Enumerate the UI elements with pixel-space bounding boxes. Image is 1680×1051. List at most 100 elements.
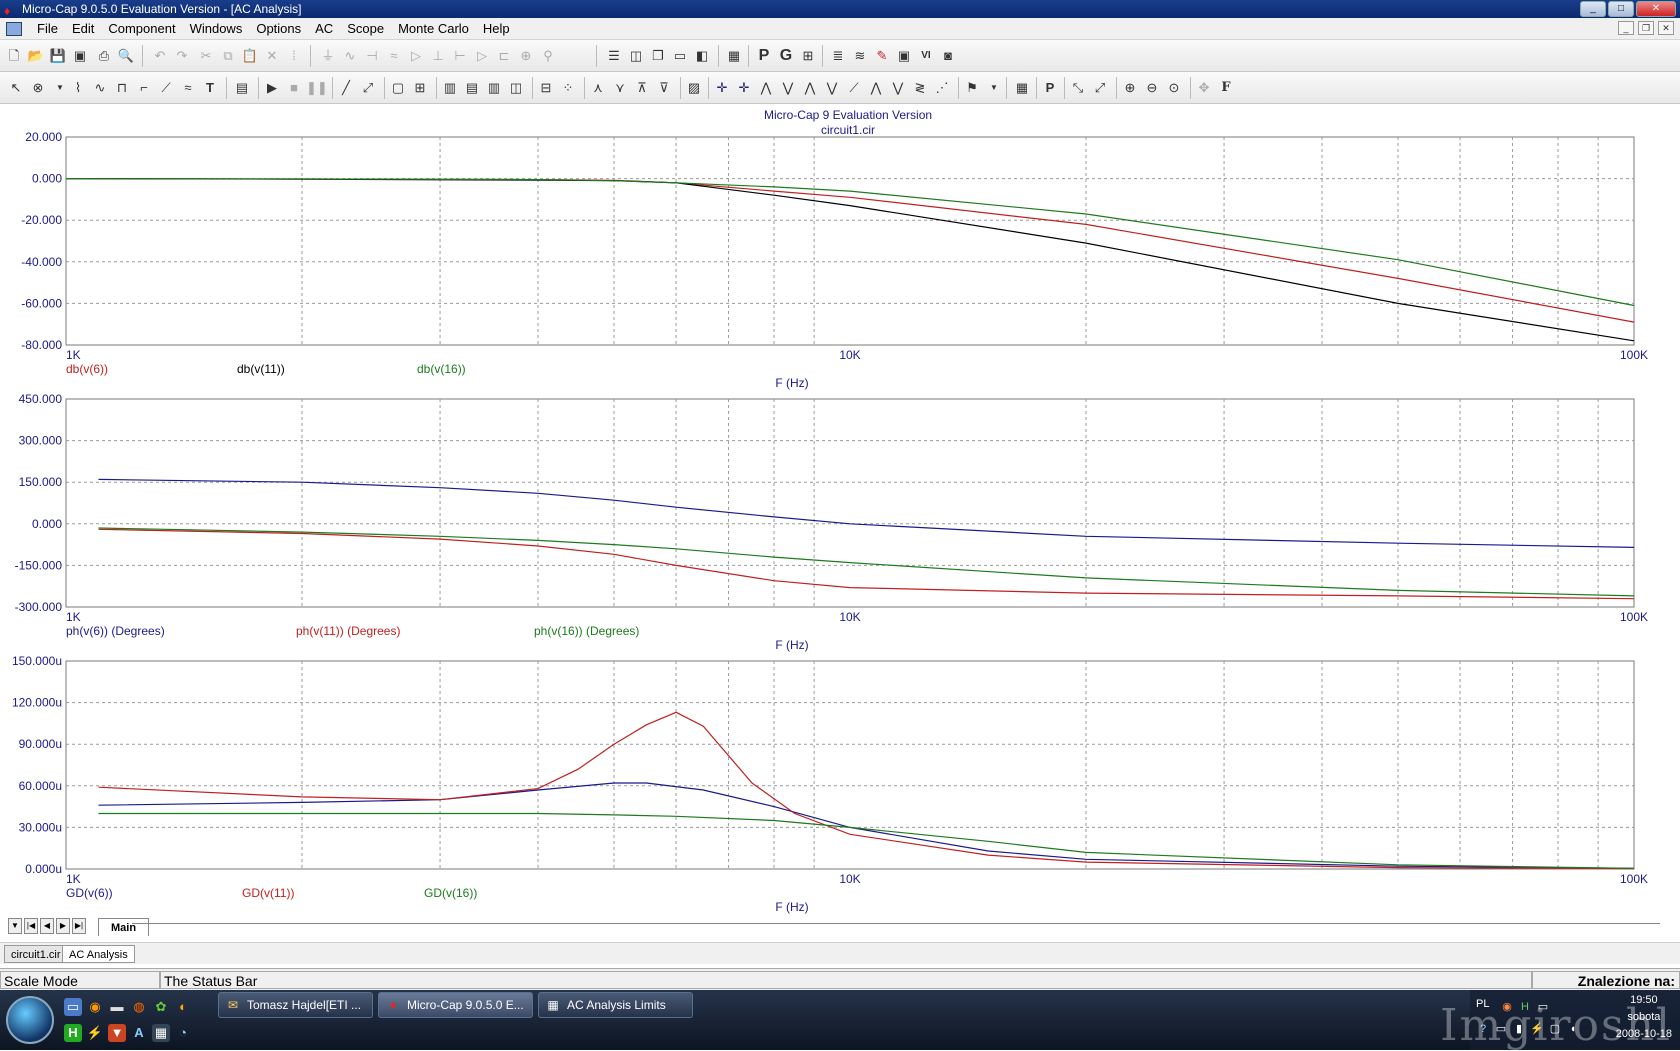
open-file-icon[interactable]: 📂 (26, 46, 46, 66)
switch-icon[interactable]: ⊏ (494, 46, 514, 66)
task-ac-limits[interactable]: ▦ AC Analysis Limits (538, 992, 693, 1018)
arrow-line-icon[interactable]: ⤢ (358, 78, 378, 98)
menu-edit[interactable]: Edit (65, 21, 101, 37)
app-pdf-icon[interactable]: ▼ (108, 1024, 126, 1042)
prev-tab-icon[interactable]: ◀ (40, 918, 54, 934)
resistor-icon[interactable]: ∿ (340, 46, 360, 66)
same-y-scales-icon[interactable]: ⤡ (1068, 78, 1088, 98)
step-icon[interactable]: ⌐ (134, 78, 154, 98)
menu-windows[interactable]: Windows (183, 21, 250, 37)
drive-icon[interactable]: ▬ (108, 998, 126, 1016)
battery-icon[interactable]: ⊥ (428, 46, 448, 66)
app-h-icon[interactable]: H (64, 1024, 82, 1042)
pan-icon[interactable]: ✥ (1194, 78, 1214, 98)
source-icon[interactable]: ⚲ (538, 46, 558, 66)
minimize-button[interactable]: _ (1580, 1, 1606, 17)
pulse-icon[interactable]: ⊓ (112, 78, 132, 98)
inflection-icon[interactable]: ⟋ (844, 78, 864, 98)
analysis-plots[interactable]: Micro-Cap 9 Evaluation Version circuit1.… (0, 104, 1680, 916)
transistor-icon[interactable]: ⊢ (450, 46, 470, 66)
capacitor-icon[interactable]: ⊣ (362, 46, 382, 66)
select-all-icon[interactable]: ⁞ (284, 46, 304, 66)
cursor-peak-icon[interactable]: ⋏ (588, 78, 608, 98)
delete-icon[interactable]: ✕ (262, 46, 282, 66)
probe-icon[interactable]: ✎ (872, 46, 892, 66)
next-peak-icon[interactable]: ⋀ (756, 78, 776, 98)
cursor-left-icon[interactable]: ✛ (712, 78, 732, 98)
global-high-icon[interactable]: ⋀ (800, 78, 820, 98)
undo-icon[interactable]: ↶ (150, 46, 170, 66)
first-tab-icon[interactable]: |◀ (24, 918, 38, 934)
properties-p-icon[interactable]: P (754, 46, 774, 66)
browser-icon[interactable]: ◍ (130, 998, 148, 1016)
paste-icon[interactable]: 📋 (240, 46, 260, 66)
font-icon[interactable]: F (1216, 78, 1236, 98)
menu-ac[interactable]: AC (308, 21, 340, 37)
terminal-icon[interactable]: ▦ (152, 1024, 170, 1042)
split-window-icon[interactable]: ◧ (692, 46, 712, 66)
scatter-icon[interactable]: ⁘ (558, 78, 578, 98)
columns-icon[interactable]: ▥ (484, 78, 504, 98)
next-tab-icon[interactable]: ▶ (56, 918, 70, 934)
tray-help-icon[interactable]: ? (1476, 1022, 1490, 1036)
component-mode-icon[interactable]: ⊗ (28, 78, 48, 98)
slope-icon[interactable]: ≷ (910, 78, 930, 98)
menu-component[interactable]: Component (101, 21, 182, 37)
clock[interactable]: 19:50 sobota 2008-10-18 (1616, 992, 1672, 1043)
cursor-valley-icon[interactable]: ⋎ (610, 78, 630, 98)
bar-icon[interactable]: ▥ (440, 78, 460, 98)
run-icon[interactable]: ▶ (262, 78, 282, 98)
doc-minimize-button[interactable]: _ (1618, 21, 1634, 35)
tray-monitor-icon[interactable]: ▢ (1548, 1022, 1562, 1036)
split-columns-icon[interactable]: ◫ (506, 78, 526, 98)
horizontal-line-icon[interactable]: ⊟ (536, 78, 556, 98)
lightning-icon[interactable]: ⚡ (86, 1024, 104, 1042)
tile-horizontal-icon[interactable]: ☰ (604, 46, 624, 66)
noise-icon[interactable]: ≈ (178, 78, 198, 98)
node-icon[interactable]: ⊕ (516, 46, 536, 66)
print-icon[interactable]: ⎙ (94, 46, 114, 66)
tab-dropdown-icon[interactable]: ▼ (8, 918, 22, 934)
media-icon[interactable]: ◐ (174, 998, 192, 1016)
text-tool-icon[interactable]: T (200, 78, 220, 98)
ramp-icon[interactable]: ⟋ (156, 78, 176, 98)
line-icon[interactable]: ╱ (336, 78, 356, 98)
cursor-low-icon[interactable]: ⊽ (654, 78, 674, 98)
select-arrow-icon[interactable]: ↖ (6, 78, 26, 98)
tray-network-icon[interactable]: ⚡ (1530, 1022, 1544, 1036)
wire-icon[interactable]: ⌇ (68, 78, 88, 98)
zoom-fit-icon[interactable]: ⊙ (1164, 78, 1184, 98)
tray-battery-icon[interactable]: ▮ (1512, 1022, 1526, 1036)
tab-main[interactable]: Main (98, 918, 150, 936)
plot-box-icon[interactable]: ▢ (388, 78, 408, 98)
last-tab-icon[interactable]: ▶| (72, 918, 86, 934)
scope-icon[interactable]: ◙ (938, 46, 958, 66)
tag-icon[interactable]: ⚑ (962, 78, 982, 98)
cut-icon[interactable]: ✂ (196, 46, 216, 66)
vi-display-icon[interactable]: VI (916, 46, 936, 66)
grid-icon[interactable]: ⊞ (410, 78, 430, 98)
numeric-output-icon[interactable]: ▦ (1012, 78, 1032, 98)
menu-options[interactable]: Options (249, 21, 308, 37)
global-g-icon[interactable]: G (776, 46, 796, 66)
task-microcap[interactable]: ♦ Micro-Cap 9.0.5.0 E... (378, 992, 533, 1018)
font-a-icon[interactable]: A (130, 1024, 148, 1042)
tray-volume-icon[interactable]: ◖ (1566, 1022, 1580, 1036)
new-file-icon[interactable]: 🗋 (4, 46, 24, 66)
copy-icon[interactable]: ⧉ (218, 46, 238, 66)
print-preview-icon[interactable]: 🔍 (116, 46, 136, 66)
diode-icon[interactable]: ▷ (406, 46, 426, 66)
chevron-down-icon[interactable]: ▼ (50, 78, 70, 98)
save-icon[interactable]: 💾 (48, 46, 68, 66)
netlist-icon[interactable]: ≣ (828, 46, 848, 66)
start-button[interactable] (6, 996, 54, 1044)
redo-icon[interactable]: ↷ (172, 46, 192, 66)
tray-display-icon[interactable]: ▭ (1494, 1022, 1508, 1036)
doc-restore-button[interactable]: ❐ (1638, 21, 1654, 35)
limits-icon[interactable]: ▤ (232, 78, 252, 98)
sine-wave-icon[interactable]: ∿ (90, 78, 110, 98)
chart-settings-icon[interactable]: ▨ (684, 78, 704, 98)
tag-dropdown-icon[interactable]: ▼ (984, 78, 1004, 98)
auto-scale-icon[interactable]: ⤢ (1090, 78, 1110, 98)
inductor-icon[interactable]: ≈ (384, 46, 404, 66)
